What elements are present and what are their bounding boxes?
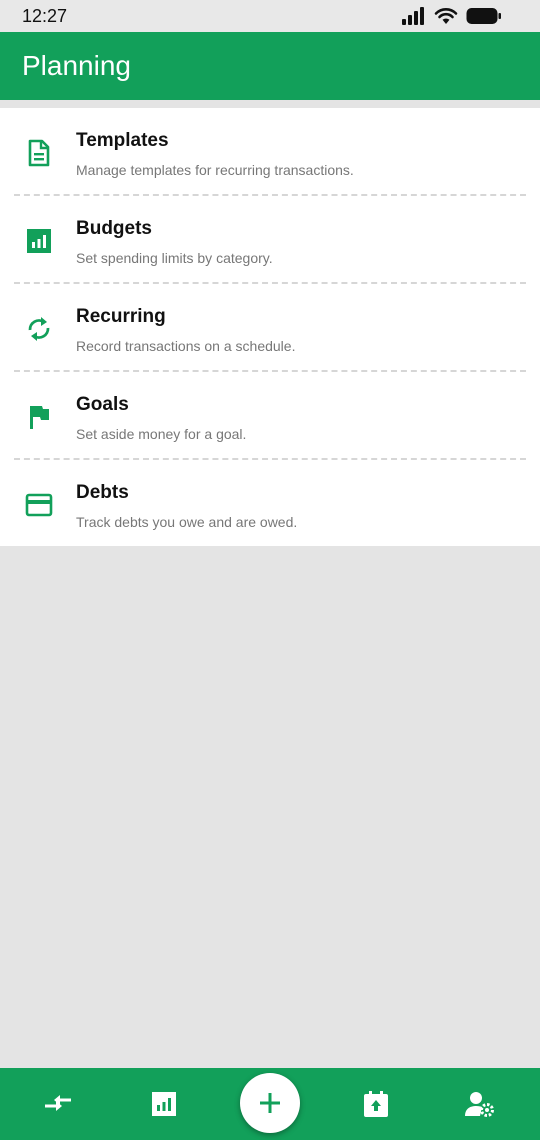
nav-transactions-button[interactable] — [42, 1088, 74, 1120]
user-settings-icon — [465, 1092, 494, 1117]
item-subtitle: Set spending limits by category. — [76, 250, 273, 266]
credit-card-icon — [24, 490, 54, 520]
item-title: Templates — [76, 130, 169, 151]
item-title: Budgets — [76, 218, 152, 239]
app-bar: Planning — [0, 32, 540, 100]
signal-icon — [402, 7, 424, 25]
list-item-debts[interactable]: Debts Track debts you owe and are owed. — [0, 460, 540, 548]
planning-list: Templates Manage templates for recurring… — [0, 108, 540, 546]
item-subtitle: Record transactions on a schedule. — [76, 338, 296, 354]
nav-settings-button[interactable] — [464, 1088, 496, 1120]
status-time: 12:27 — [22, 5, 68, 26]
list-item-templates[interactable]: Templates Manage templates for recurring… — [0, 108, 540, 196]
item-title: Goals — [76, 394, 129, 415]
item-text: Debts Track debts you owe and are owed. — [76, 482, 297, 530]
bar-chart-icon — [24, 226, 54, 256]
item-text: Templates Manage templates for recurring… — [76, 130, 354, 178]
bar-chart-icon — [152, 1092, 176, 1116]
nav-schedule-button[interactable] — [360, 1088, 392, 1120]
item-subtitle: Track debts you owe and are owed. — [76, 514, 298, 530]
transfer-icon — [45, 1095, 71, 1111]
item-subtitle: Manage templates for recurring transacti… — [76, 162, 354, 178]
list-item-budgets[interactable]: Budgets Set spending limits by category. — [0, 196, 540, 284]
nav-statistics-button[interactable] — [148, 1088, 180, 1120]
item-text: Goals Set aside money for a goal. — [76, 394, 246, 442]
refresh-icon — [24, 314, 54, 344]
item-subtitle: Set aside money for a goal. — [76, 426, 247, 442]
item-title: Recurring — [76, 306, 166, 327]
status-icons — [402, 7, 502, 25]
wifi-icon — [434, 8, 458, 24]
page-title: Planning — [22, 50, 131, 81]
flag-icon — [24, 402, 54, 432]
document-icon — [24, 138, 54, 168]
add-button[interactable] — [240, 1073, 300, 1133]
list-item-recurring[interactable]: Recurring Record transactions on a sched… — [0, 284, 540, 372]
add-icon — [260, 1093, 280, 1113]
status-bar: 12:27 — [0, 0, 540, 32]
item-text: Recurring Record transactions on a sched… — [76, 306, 295, 354]
battery-icon — [466, 8, 501, 24]
item-title: Debts — [76, 482, 129, 503]
calendar-upload-icon — [364, 1091, 388, 1117]
list-item-goals[interactable]: Goals Set aside money for a goal. — [0, 372, 540, 460]
item-text: Budgets Set spending limits by category. — [76, 218, 273, 266]
